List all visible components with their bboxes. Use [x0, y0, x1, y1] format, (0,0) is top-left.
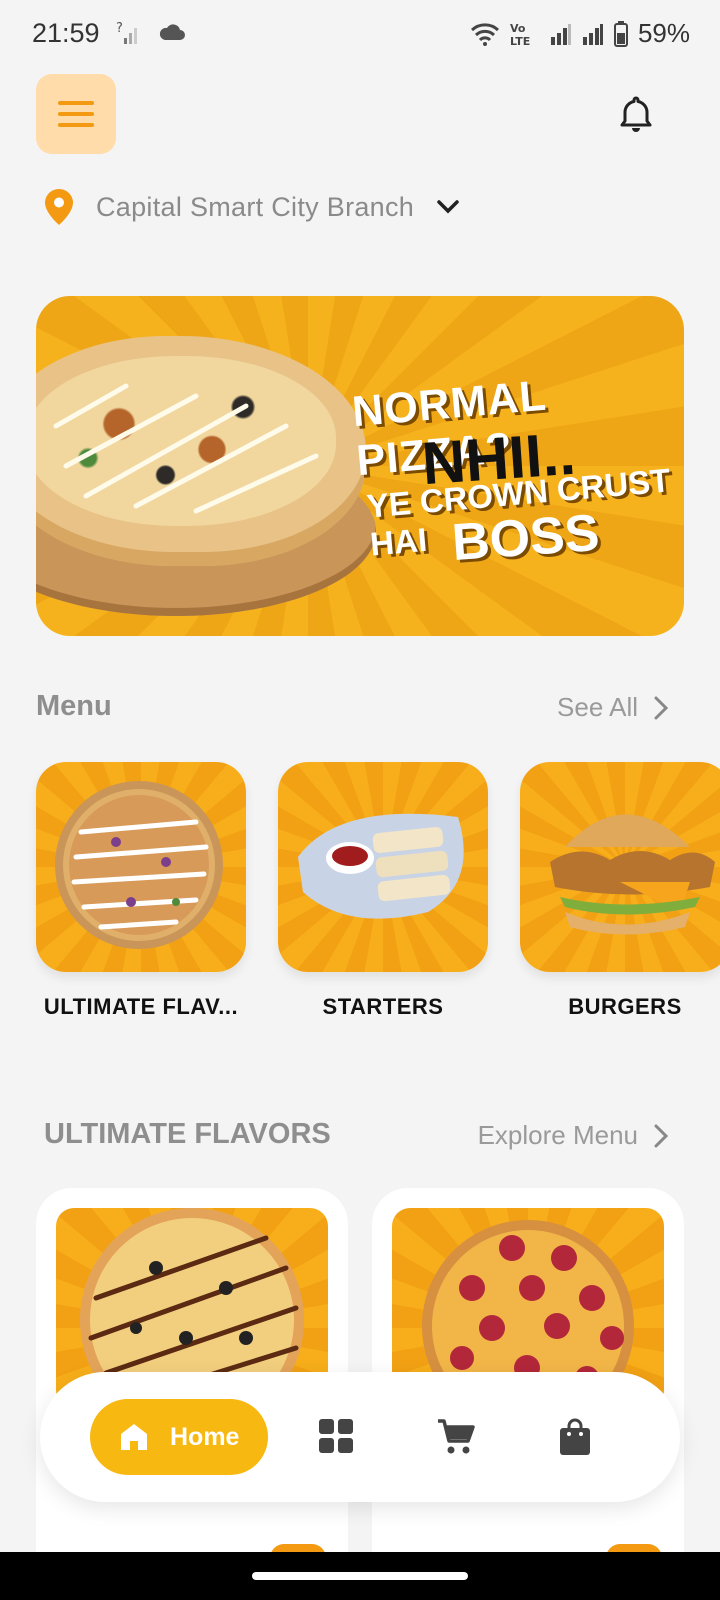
- category-name: ULTIMATE FLAV...: [43, 994, 239, 1019]
- battery-percent: 59%: [637, 18, 690, 48]
- nav-home-button[interactable]: Home: [90, 1399, 268, 1475]
- sauce-drizzle: [53, 383, 319, 514]
- category-image: [520, 762, 720, 972]
- bag-icon[interactable]: [558, 1418, 592, 1456]
- explore-menu-link[interactable]: Explore Menu: [478, 1120, 668, 1151]
- bottom-navigation: Home: [40, 1372, 680, 1502]
- bell-icon[interactable]: [618, 94, 654, 134]
- menu-section-title: Menu: [36, 690, 112, 722]
- cart-icon[interactable]: [436, 1418, 476, 1456]
- category-card-starters[interactable]: STARTERS: [278, 762, 488, 1020]
- home-icon: [121, 1424, 147, 1450]
- grid-icon[interactable]: [318, 1418, 354, 1454]
- category-card-burgers[interactable]: BURGERS: [520, 762, 720, 1020]
- see-all-link[interactable]: See All: [557, 692, 668, 723]
- nav-home-label: Home: [170, 1422, 240, 1451]
- hamburger-icon: [58, 101, 94, 105]
- chevron-right-icon: [654, 1124, 668, 1147]
- chevron-down-icon: [437, 200, 459, 214]
- svg-text:?: ?: [116, 21, 123, 36]
- battery-icon: [613, 20, 628, 47]
- category-image: [36, 762, 246, 972]
- status-time: 21:59: [32, 18, 100, 48]
- location-pin-icon: [45, 189, 73, 225]
- flavors-section-title: ULTIMATE FLAVORS: [44, 1118, 331, 1150]
- hamburger-menu-button[interactable]: [36, 74, 116, 154]
- home-gesture-pill[interactable]: [252, 1572, 468, 1580]
- branch-selector[interactable]: Capital Smart City Branch: [44, 188, 460, 226]
- svg-text:LTE: LTE: [510, 35, 530, 47]
- signal-icon-1: [550, 23, 571, 45]
- wifi-icon: [470, 22, 499, 46]
- category-name: BURGERS: [568, 994, 682, 1019]
- category-card-ultimate-flavors[interactable]: ULTIMATE FLAV...: [36, 762, 246, 1020]
- category-image: [278, 762, 488, 972]
- signal-icon-2: [582, 23, 603, 45]
- chevron-right-icon: [654, 696, 668, 719]
- volte-icon: Vo LTE: [510, 22, 530, 47]
- explore-menu-label: Explore Menu: [477, 1120, 638, 1150]
- svg-text:Vo: Vo: [510, 22, 526, 35]
- branch-label: Capital Smart City Branch: [96, 191, 415, 222]
- system-navigation-bar: [0, 1552, 720, 1600]
- banner-line-4: BOSS: [450, 503, 602, 573]
- see-all-label: See All: [557, 692, 638, 722]
- signal-unknown-icon: ?: [116, 21, 137, 44]
- cloud-icon: [159, 24, 185, 40]
- category-name: STARTERS: [322, 994, 444, 1019]
- promo-banner[interactable]: NORMAL PIZZA? NHII.. YE CROWN CRUST HAI …: [36, 296, 684, 636]
- status-bar: 21:59 ? Vo LTE 59%: [0, 0, 720, 68]
